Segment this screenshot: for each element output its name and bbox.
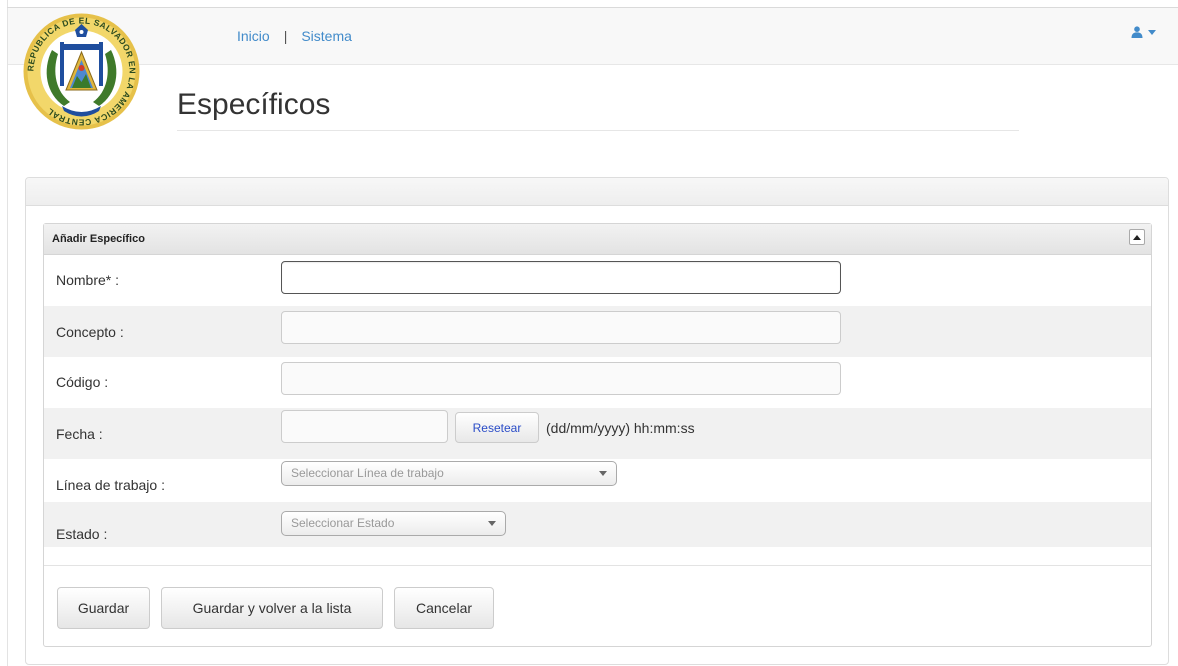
date-format-hint: (dd/mm/yyyy) hh:mm:ss <box>546 420 695 436</box>
linea-select-placeholder: Seleccionar Línea de trabajo <box>291 466 444 480</box>
main-panel: Añadir Específico Nombre* : Concepto : C… <box>25 177 1169 665</box>
estado-select-placeholder: Seleccionar Estado <box>291 516 395 530</box>
cancelar-button[interactable]: Cancelar <box>394 587 494 629</box>
row-codigo: Código : <box>44 357 1151 408</box>
linea-select[interactable]: Seleccionar Línea de trabajo <box>281 461 617 486</box>
title-divider <box>177 130 1019 131</box>
chevron-down-icon <box>599 471 607 476</box>
caret-down-icon <box>1148 29 1156 35</box>
triangle-up-icon <box>1133 234 1141 240</box>
form-box-title: Añadir Específico <box>52 233 145 245</box>
nombre-label: Nombre* : <box>56 272 120 288</box>
nav-links: Inicio | Sistema <box>237 28 352 44</box>
guardar-button[interactable]: Guardar <box>57 587 150 629</box>
concepto-input[interactable] <box>281 311 841 344</box>
user-menu-toggle[interactable] <box>1131 26 1156 38</box>
collapse-button[interactable] <box>1129 229 1145 245</box>
page-border <box>7 0 8 666</box>
fecha-label: Fecha : <box>56 426 103 442</box>
resetear-button[interactable]: Resetear <box>455 412 539 443</box>
page-title: Específicos <box>177 88 331 121</box>
fecha-input[interactable] <box>281 410 448 443</box>
nav-link-sistema[interactable]: Sistema <box>301 28 352 44</box>
coat-of-arms-logo: REPUBLICA DE EL SALVADOR EN LA AMERICA C… <box>23 13 140 130</box>
linea-label: Línea de trabajo : <box>56 477 165 493</box>
row-nombre: Nombre* : <box>44 255 1151 306</box>
codigo-input[interactable] <box>281 362 841 395</box>
nav-link-inicio[interactable]: Inicio <box>237 28 270 44</box>
row-fecha: Fecha : Resetear (dd/mm/yyyy) hh:mm:ss <box>44 408 1151 459</box>
row-estado: Estado : Seleccionar Estado <box>44 502 1151 547</box>
estado-label: Estado : <box>56 526 108 542</box>
user-icon <box>1131 26 1143 38</box>
concepto-label: Concepto : <box>56 324 124 340</box>
row-concepto: Concepto : <box>44 306 1151 357</box>
form-box: Añadir Específico Nombre* : Concepto : C… <box>43 223 1152 647</box>
estado-select[interactable]: Seleccionar Estado <box>281 511 506 536</box>
form-box-header: Añadir Específico <box>44 224 1151 255</box>
top-navbar: Inicio | Sistema <box>8 8 1178 65</box>
chevron-down-icon <box>488 521 496 526</box>
nav-separator: | <box>283 28 288 44</box>
panel-heading <box>26 178 1168 206</box>
nombre-input[interactable] <box>281 261 841 294</box>
guardar-volver-button[interactable]: Guardar y volver a la lista <box>161 587 383 629</box>
codigo-label: Código : <box>56 374 109 390</box>
form-footer-divider <box>44 565 1151 566</box>
